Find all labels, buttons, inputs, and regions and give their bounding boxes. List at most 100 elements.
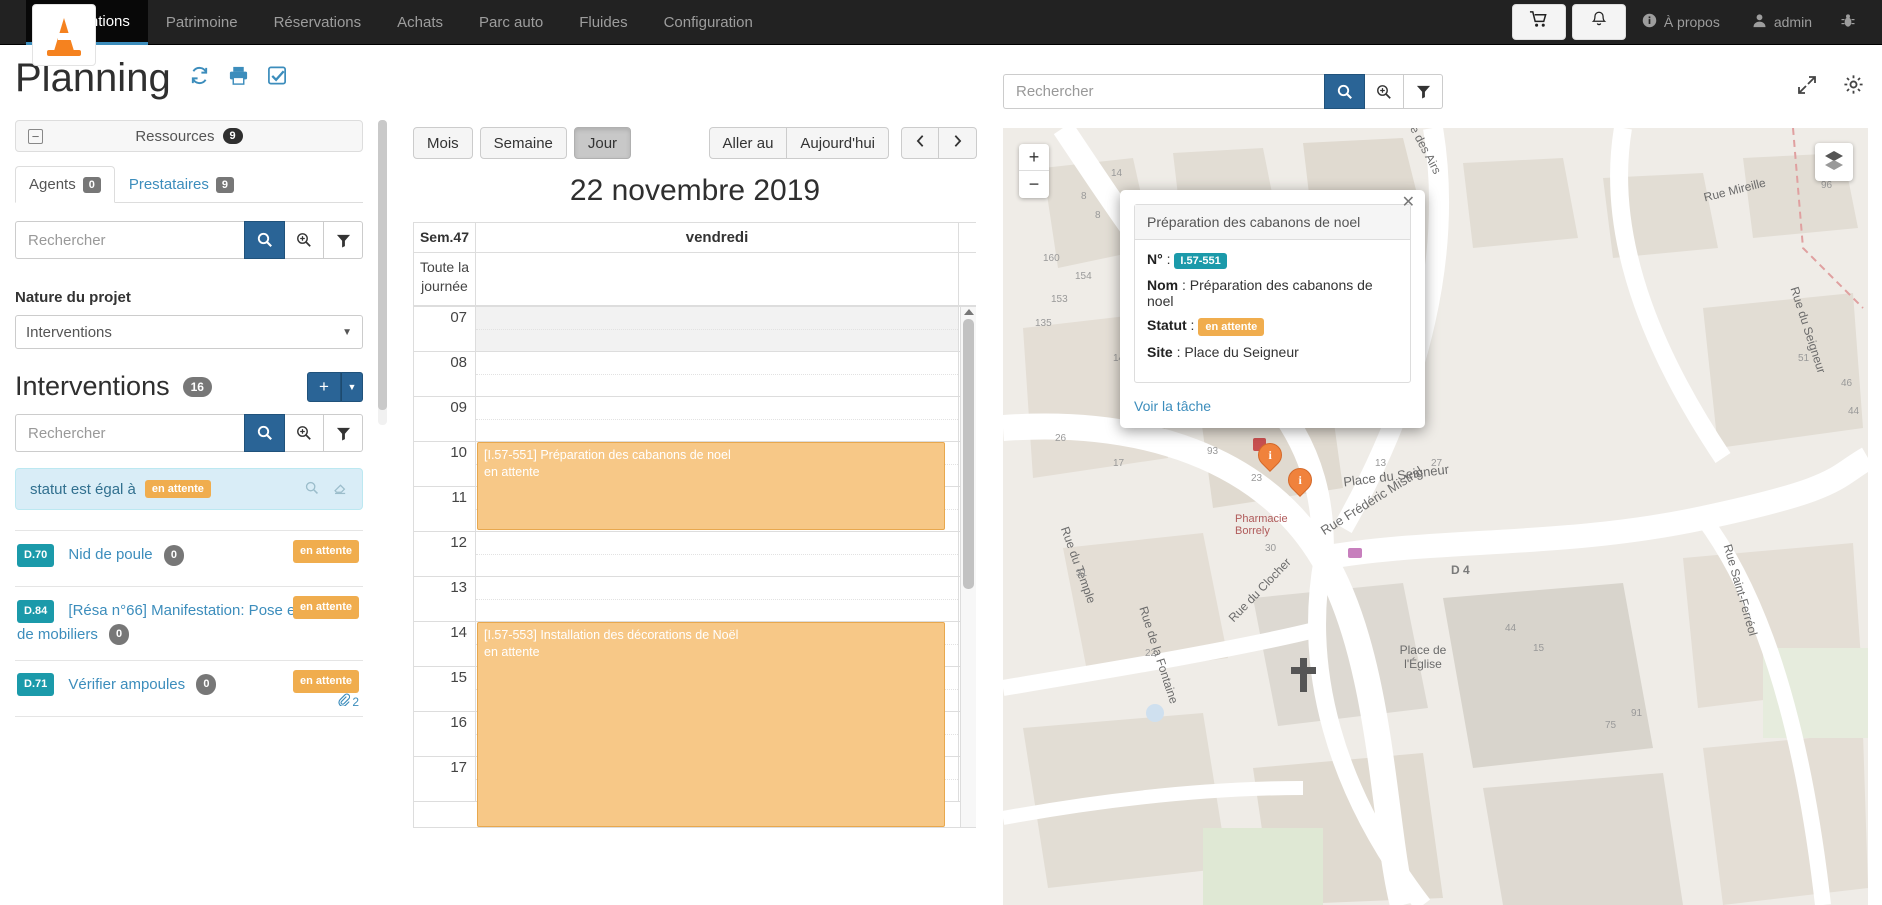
check-square-icon[interactable] — [267, 65, 288, 92]
house-number: 14 — [1111, 168, 1123, 179]
tab-prestataires[interactable]: Prestataires 9 — [115, 166, 248, 203]
event-status: en attente — [484, 644, 540, 659]
hour-row-13[interactable]: 13 — [414, 577, 976, 622]
item-label[interactable]: Vérifier ampoules — [68, 676, 185, 693]
event-status: en attente — [484, 464, 540, 479]
global-advanced-search-button[interactable] — [1365, 74, 1404, 109]
scroll-up-arrow-icon[interactable] — [964, 309, 974, 315]
popup-view-task-link[interactable]: Voir la tâche — [1134, 398, 1411, 414]
project-nature-select[interactable]: Interventions ▼ — [15, 315, 363, 349]
hour-cell[interactable] — [476, 577, 959, 622]
global-search-button[interactable] — [1324, 74, 1365, 109]
popup-row-number: N° : I.57-551 — [1147, 251, 1398, 269]
filter-chip-text: statut est égal à — [30, 480, 136, 498]
item-label[interactable]: Nid de poule — [68, 546, 152, 563]
all-day-cell[interactable] — [476, 253, 959, 305]
nav-link-achats[interactable]: Achats — [379, 0, 461, 45]
interventions-search-button[interactable] — [244, 414, 285, 452]
nav-links: Interventions Patrimoine Réservations Ac… — [26, 0, 771, 45]
sidebar-scrollbar[interactable] — [378, 120, 387, 425]
prev-day-button[interactable] — [901, 127, 939, 159]
expand-icon[interactable] — [1797, 75, 1817, 101]
about-link[interactable]: À propos — [1626, 0, 1736, 45]
house-number: 96 — [1821, 180, 1833, 191]
resources-panel-header[interactable]: − Ressources 9 — [15, 120, 363, 152]
app-logo[interactable] — [32, 4, 96, 66]
calendar-scrollbar[interactable] — [960, 307, 976, 827]
filter-chip-eraser-icon[interactable] — [333, 481, 348, 498]
next-day-button[interactable] — [939, 127, 977, 159]
hour-label: 17 — [414, 757, 476, 802]
cart-button[interactable] — [1511, 4, 1566, 40]
view-month-button[interactable]: Mois — [413, 127, 473, 159]
hour-row-12[interactable]: 12 — [414, 532, 976, 577]
interventions-filter-button[interactable] — [324, 414, 363, 452]
hour-row-09[interactable]: 09 — [414, 397, 976, 442]
house-number: 8 — [1095, 210, 1101, 221]
calendar-event[interactable]: [I.57-551] Préparation des cabanons de n… — [477, 442, 945, 530]
view-day-button[interactable]: Jour — [573, 127, 632, 159]
nav-link-reservations[interactable]: Réservations — [256, 0, 380, 45]
minus-square-icon[interactable]: − — [28, 128, 43, 144]
calendar-scrollbar-thumb[interactable] — [963, 319, 974, 589]
add-intervention-button[interactable]: + — [307, 371, 341, 402]
list-item[interactable]: D.70 Nid de poule 0 en attente — [15, 531, 363, 587]
resource-search-row — [15, 221, 363, 259]
hour-row-08[interactable]: 08 — [414, 352, 976, 397]
item-code-badge: D.70 — [17, 543, 55, 567]
active-filter-chip[interactable]: statut est égal à en attente — [15, 468, 363, 510]
gear-icon[interactable] — [1843, 74, 1864, 101]
map-zoom-out-button[interactable]: − — [1019, 171, 1049, 198]
nav-link-patrimoine[interactable]: Patrimoine — [148, 0, 256, 45]
item-attachment-count: 2 — [352, 695, 359, 710]
nav-link-configuration[interactable]: Configuration — [646, 0, 771, 45]
resource-search-input[interactable] — [15, 221, 244, 259]
sidebar-scrollbar-thumb[interactable] — [378, 120, 387, 410]
notifications-button[interactable] — [1571, 4, 1626, 40]
resource-advanced-search-button[interactable] — [285, 221, 324, 259]
house-number: 46 — [1841, 378, 1853, 389]
view-week-button[interactable]: Semaine — [479, 127, 567, 159]
tab-agents[interactable]: Agents 0 — [15, 166, 115, 203]
add-intervention-dropdown[interactable]: ▼ — [341, 371, 363, 402]
interventions-advanced-search-button[interactable] — [285, 414, 324, 452]
search-plus-icon — [1377, 84, 1391, 99]
map-panel[interactable]: Rue des Airs Rue Mireille Rue du Seigneu… — [1003, 128, 1868, 905]
info-marker-icon: i — [1283, 463, 1317, 497]
hour-cell[interactable] — [476, 352, 959, 397]
print-icon[interactable] — [228, 65, 249, 92]
user-menu[interactable]: admin — [1736, 0, 1828, 45]
popup-close-icon[interactable]: ✕ — [1402, 195, 1415, 211]
global-filter-button[interactable] — [1404, 74, 1443, 109]
hour-row-07[interactable]: 07 — [414, 307, 976, 352]
map-marker[interactable]: i — [1253, 438, 1287, 475]
map-layers-button[interactable] — [1815, 143, 1853, 181]
nav-link-parc-auto[interactable]: Parc auto — [461, 0, 561, 45]
refresh-icon[interactable] — [189, 65, 210, 92]
global-search-input[interactable] — [1003, 74, 1324, 109]
map-popup[interactable]: ✕ Préparation des cabanons de noel N° : … — [1120, 190, 1425, 428]
map-zoom-in-button[interactable]: + — [1019, 144, 1049, 171]
calendar-event[interactable]: [I.57-553] Installation des décorations … — [477, 622, 945, 827]
hour-cell[interactable] — [476, 307, 959, 352]
item-attachments[interactable]: 2 — [337, 693, 359, 712]
goto-date-button[interactable]: Aller au — [708, 127, 788, 159]
list-item[interactable]: D.84 [Résa n°66] Manifestation: Pose et … — [15, 587, 363, 661]
filter-chip-zoom-icon[interactable] — [305, 481, 319, 498]
hour-cell[interactable] — [476, 397, 959, 442]
list-item[interactable]: D.71 Vérifier ampoules 0 en attente 2 — [15, 661, 363, 717]
search-icon — [1337, 84, 1352, 99]
resource-search-button[interactable] — [244, 221, 285, 259]
bug-report-button[interactable] — [1828, 0, 1868, 45]
resource-filter-button[interactable] — [324, 221, 363, 259]
map-marker[interactable]: i — [1283, 463, 1317, 500]
event-code: [I.57-553] — [484, 628, 537, 642]
house-number: 27 — [1431, 458, 1443, 469]
nav-link-fluides[interactable]: Fluides — [561, 0, 645, 45]
item-status-badge: en attente — [293, 596, 359, 620]
interventions-list: D.70 Nid de poule 0 en attente D.84 [Rés… — [15, 530, 363, 717]
hour-cell[interactable] — [476, 532, 959, 577]
today-button[interactable]: Aujourd'hui — [787, 127, 889, 159]
resources-label: Ressources — [135, 127, 215, 145]
interventions-search-input[interactable] — [15, 414, 244, 452]
